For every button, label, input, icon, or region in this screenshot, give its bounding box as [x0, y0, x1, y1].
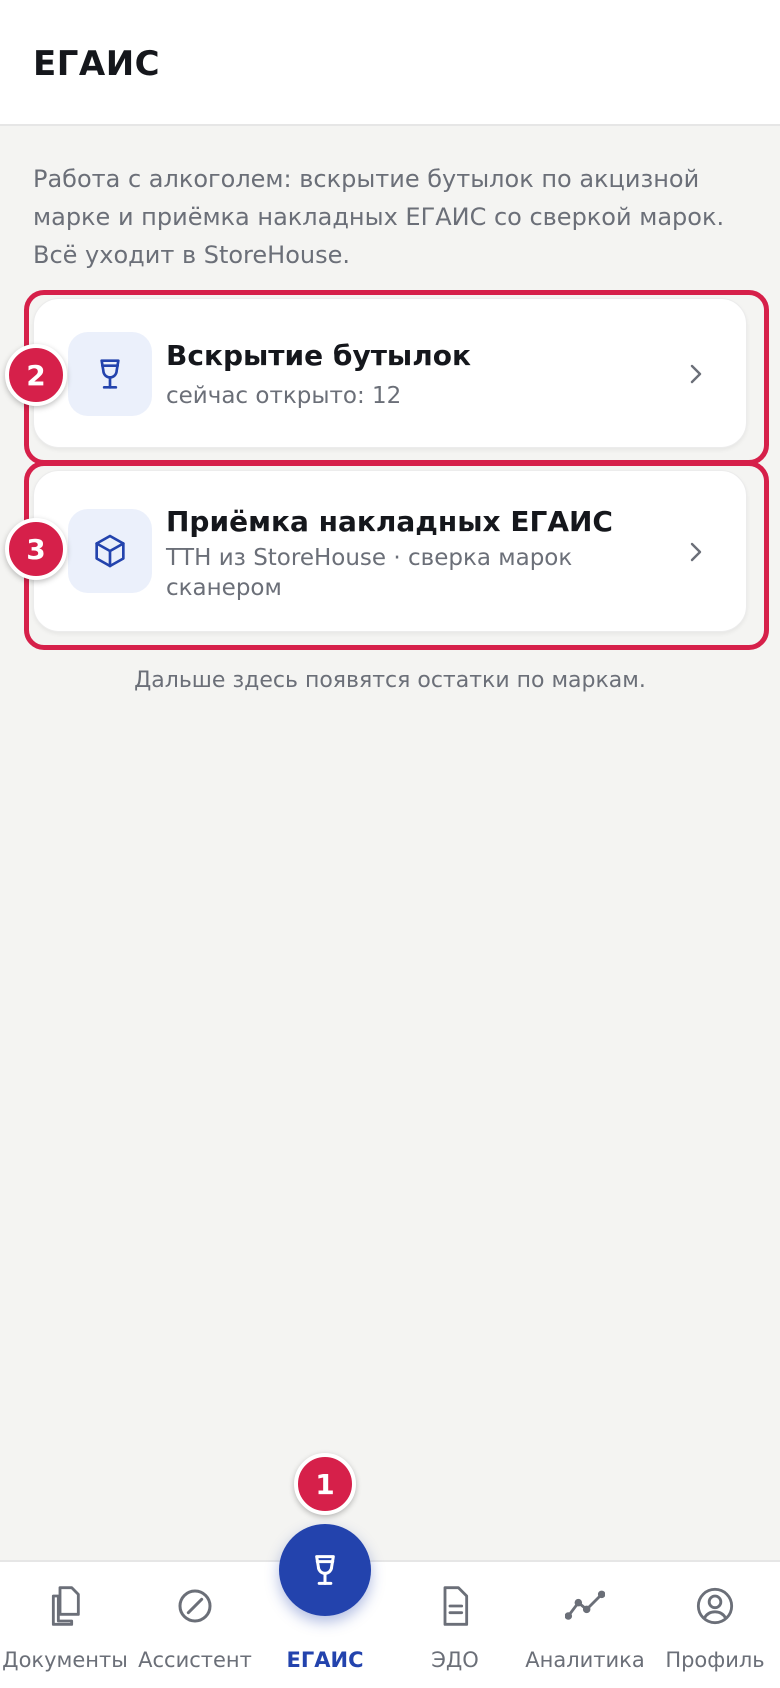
tab-documents[interactable]: Документы [0, 1562, 130, 1688]
bottom-tab-bar: Документы Ассистент ЕГАИС ЭДО Аналитика [0, 1560, 780, 1688]
intro-text: Работа с алкоголем: вскрытие бутылок по … [33, 165, 725, 269]
file-icon [443, 1586, 469, 1626]
tab-label: ЕГАИС [286, 1648, 364, 1672]
step-badge: 2 [5, 344, 67, 406]
footnote-text: Дальше здесь появятся остатки по маркам. [134, 668, 646, 693]
tab-label: ЭДО [431, 1648, 479, 1672]
analytics-icon [565, 1590, 605, 1620]
step-badge: 1 [294, 1453, 356, 1515]
tab-label: Аналитика [525, 1648, 645, 1672]
tab-profile[interactable]: Профиль [650, 1562, 780, 1688]
tab-label: Документы [2, 1648, 128, 1672]
page-title: ЕГАИС [33, 44, 161, 84]
tab-label: Профиль [665, 1648, 765, 1672]
app-header: ЕГАИС [0, 0, 780, 126]
highlight-frame [24, 461, 769, 650]
tab-assistant[interactable]: Ассистент [130, 1562, 260, 1688]
tab-edo[interactable]: ЭДО [390, 1562, 520, 1688]
documents-icon [51, 1586, 80, 1626]
wine-glass-icon [315, 1555, 335, 1585]
tab-analytics[interactable]: Аналитика [520, 1562, 650, 1688]
profile-icon [696, 1587, 734, 1625]
assistant-icon [178, 1589, 212, 1623]
tab-label: Ассистент [138, 1648, 252, 1672]
step-badge: 3 [5, 518, 67, 580]
egais-fab-button[interactable] [279, 1524, 371, 1616]
highlight-frame [24, 290, 769, 465]
